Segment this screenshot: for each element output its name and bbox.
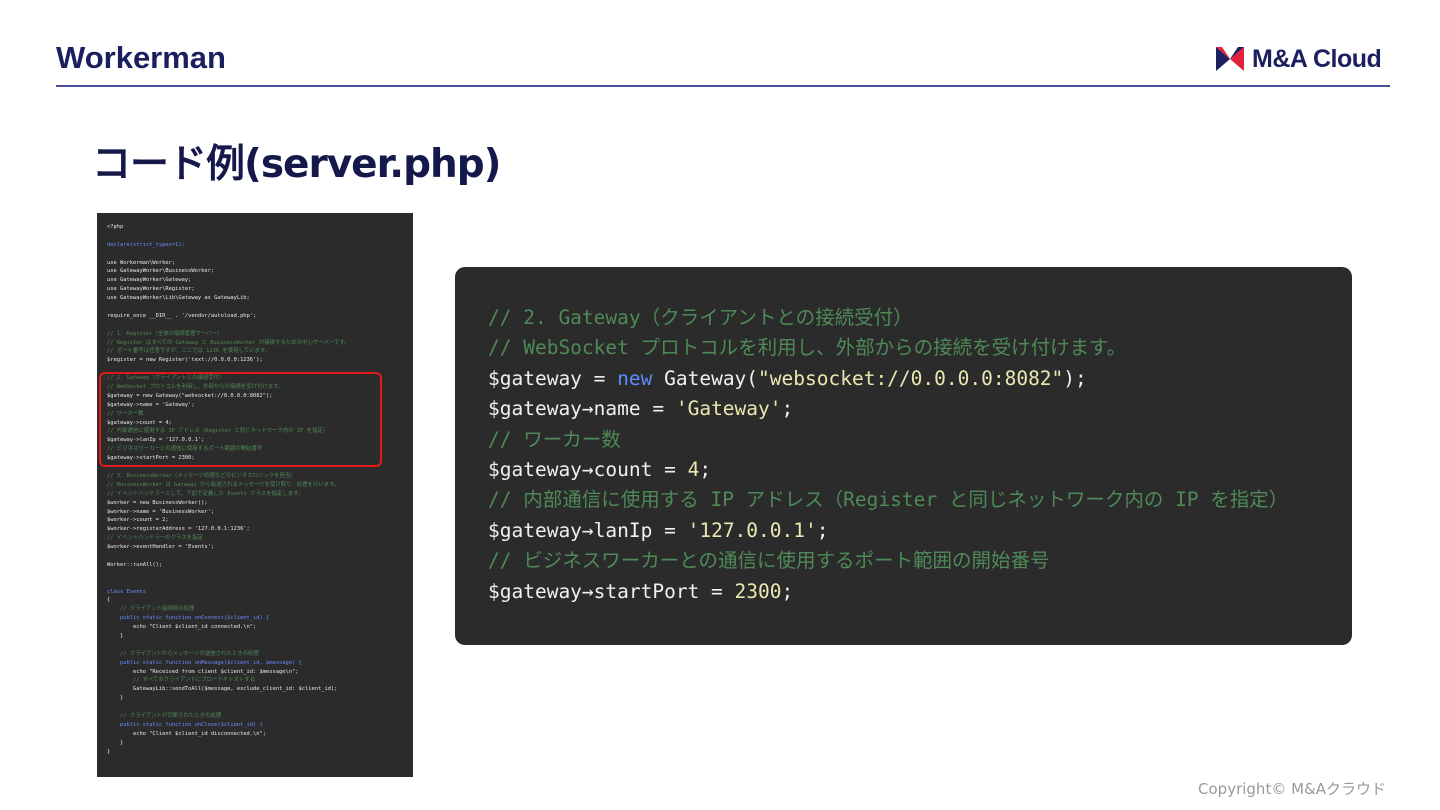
code-token: $gateway→name = bbox=[488, 397, 676, 421]
thumbnail-code-line bbox=[107, 641, 403, 650]
code-token: // ビジネスワーカーとの通信に使用するポート範囲の開始番号 bbox=[488, 549, 1050, 573]
thumbnail-code-line: // 1. Register（全体の接続管理サーバー） bbox=[107, 330, 223, 337]
thumbnail-code-line bbox=[107, 570, 403, 579]
copyright-text: Copyright© M&Aクラウド bbox=[1198, 780, 1386, 798]
thumbnail-code-line: echo "Received from client $client_id: $… bbox=[107, 668, 299, 675]
thumbnail-code-line: // BusinessWorker は Gateway から転送されるメッセージ… bbox=[107, 481, 340, 488]
code-token: ; bbox=[781, 579, 794, 603]
header-title: Workerman bbox=[56, 40, 226, 75]
thumbnail-code-line: // すべてのクライアントにブロードキャストする bbox=[107, 677, 256, 684]
thumbnail-code-line: { bbox=[107, 597, 111, 604]
thumbnail-code-line: } bbox=[107, 748, 111, 755]
header-divider bbox=[56, 85, 1390, 87]
thumbnail-code-line: $worker->count = 2; bbox=[107, 517, 169, 524]
thumbnail-code-line: // イベントハンドラーのクラスを指定 bbox=[107, 535, 203, 542]
code-token: ); bbox=[1063, 366, 1087, 390]
code-line: $gateway→name = 'Gateway'; bbox=[488, 394, 1352, 424]
code-line: // 内部通信に使用する IP アドレス（Register と同じネットワーク内… bbox=[488, 485, 1352, 515]
thumbnail-code-line: // ポート番号は任意ですが、ここでは 1236 を使用しています。 bbox=[107, 348, 271, 355]
thumbnail-code-line: // クライアント接続時の処理 bbox=[107, 606, 195, 613]
thumbnail-code-line bbox=[107, 579, 403, 588]
code-token: Gateway( bbox=[652, 366, 759, 390]
code-line: $gateway = new Gateway("websocket://0.0.… bbox=[488, 364, 1352, 394]
code-token: ; bbox=[699, 458, 712, 482]
code-token: 2300 bbox=[734, 579, 782, 603]
thumbnail-code-line: echo "Client $client_id connected.\n"; bbox=[107, 624, 257, 631]
thumbnail-code-line: $worker = new BusinessWorker(); bbox=[107, 499, 208, 506]
thumbnail-code-line: // クライアントからメッセージが送信されたときの処理 bbox=[107, 650, 259, 657]
thumbnail-code-line: $worker->registerAddress = '127.0.0.1:12… bbox=[107, 526, 250, 533]
thumbnail-code-line: use Workerman\Worker; bbox=[107, 259, 176, 266]
code-token: // 内部通信に使用する IP アドレス（Register と同じネットワーク内… bbox=[488, 488, 1289, 512]
thumbnail-code-line: public static function onConnect($client… bbox=[107, 615, 270, 622]
code-token: "websocket://0.0.0.0:8082" bbox=[758, 366, 1064, 390]
thumbnail-code-line bbox=[107, 232, 403, 241]
code-token: // ワーカー数 bbox=[488, 427, 621, 451]
code-token: new bbox=[617, 366, 653, 390]
code-token: // WebSocket プロトコルを利用し、外部からの接続を受け付けます。 bbox=[488, 336, 1127, 360]
code-line: // WebSocket プロトコルを利用し、外部からの接続を受け付けます。 bbox=[488, 333, 1352, 363]
thumbnail-code-line bbox=[107, 552, 403, 561]
code-line: $gateway→startPort = 2300; bbox=[488, 577, 1352, 607]
brand-logo: M&A Cloud bbox=[1216, 44, 1382, 74]
thumbnail-code-line: use GatewayWorker\Lib\Gateway as Gateway… bbox=[107, 295, 250, 302]
thumbnail-code-line: $worker->name = 'BusinessWorker'; bbox=[107, 508, 215, 515]
thumbnail-code-line: Worker::runAll(); bbox=[107, 561, 163, 568]
thumbnail-code-line: // Register はすべての Gateway と BusinessWork… bbox=[107, 339, 350, 346]
thumbnail-code-line: } bbox=[107, 695, 124, 702]
code-line: // ワーカー数 bbox=[488, 425, 1352, 455]
code-token: 4 bbox=[687, 458, 700, 482]
thumbnail-code-line: echo "Client $client_id disconnected.\n"… bbox=[107, 730, 267, 737]
thumbnail-code-line bbox=[107, 250, 403, 259]
code-line: // 2. Gateway（クライアントとの接続受付） bbox=[488, 303, 1352, 333]
code-token: '127.0.0.1' bbox=[687, 518, 817, 542]
code-token: $gateway = bbox=[488, 366, 618, 390]
thumbnail-code-line: public static function onClose($client_i… bbox=[107, 721, 263, 728]
thumbnail-code-line bbox=[107, 703, 403, 712]
gateway-code-panel: // 2. Gateway（クライアントとの接続受付） // WebSocket … bbox=[455, 267, 1352, 645]
thumbnail-code-line: public static function onMessage($client… bbox=[107, 659, 302, 666]
code-token: 'Gateway' bbox=[675, 397, 782, 421]
thumbnail-code-line: } bbox=[107, 739, 124, 746]
thumbnail-code-line: require_once __DIR__ . '/vendor/autoload… bbox=[107, 312, 257, 319]
thumbnail-code-line: $register = new Register('text://0.0.0.0… bbox=[107, 357, 263, 364]
thumbnail-code-line: class Events bbox=[107, 588, 146, 595]
thumbnail-code-line: <?php bbox=[107, 224, 124, 230]
thumbnail-code-line: use GatewayWorker\BusinessWorker; bbox=[107, 268, 215, 275]
code-token: $gateway→count = bbox=[488, 458, 688, 482]
thumbnail-code-line: use GatewayWorker\Gateway; bbox=[107, 277, 192, 284]
gateway-section-highlight bbox=[99, 372, 382, 467]
code-token: // 2. Gateway（クライアントとの接続受付） bbox=[488, 306, 913, 329]
thumbnail-code-line bbox=[107, 303, 403, 312]
code-line: $gateway→count = 4; bbox=[488, 455, 1352, 485]
page-title: コード例(server.php) bbox=[92, 142, 502, 187]
code-line: $gateway→lanIp = '127.0.0.1'; bbox=[488, 516, 1352, 546]
thumbnail-code-line: declare(strict_types=1); bbox=[107, 241, 185, 248]
thumbnail-code-line: // イベントハンドラーとして、下記で定義した Events クラスを指定します… bbox=[107, 490, 304, 497]
thumbnail-code-line bbox=[107, 321, 403, 330]
thumbnail-code-line: // 3. BusinessWorker（メッセージ処理などのビジネスロジックを… bbox=[107, 472, 296, 479]
full-code-thumbnail: <?php declare(strict_types=1); use Worke… bbox=[97, 213, 413, 777]
code-token: ; bbox=[781, 397, 794, 421]
code-line: // ビジネスワーカーとの通信に使用するポート範囲の開始番号 bbox=[488, 546, 1352, 576]
ma-cloud-logo-icon bbox=[1216, 47, 1244, 71]
thumbnail-code-line: $worker->eventHandler = 'Events'; bbox=[107, 544, 215, 551]
thumbnail-code-line: } bbox=[107, 632, 124, 639]
thumbnail-code-line: // クライアントが切断されたときの処理 bbox=[107, 712, 222, 719]
code-token: $gateway→lanIp = bbox=[488, 518, 688, 542]
thumbnail-code-line: use GatewayWorker\Register; bbox=[107, 286, 195, 293]
logo-text: M&A Cloud bbox=[1252, 44, 1382, 73]
code-token: $gateway→startPort = bbox=[488, 579, 735, 603]
code-token: ; bbox=[816, 518, 829, 542]
thumbnail-code-line: GatewayLib::sendToAll($message, exclude_… bbox=[107, 686, 338, 693]
